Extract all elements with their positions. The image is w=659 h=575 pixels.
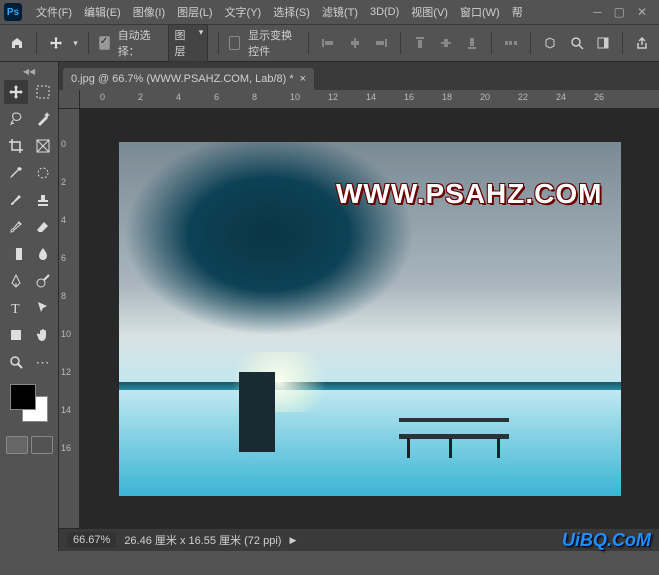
document-info[interactable]: 26.46 厘米 x 16.55 厘米 (72 ppi) — [124, 532, 281, 548]
ruler-corner — [59, 90, 80, 109]
svg-text:T: T — [11, 302, 20, 316]
watermark-text: WWW.PSAHZ.COM — [336, 178, 603, 210]
lasso-tool[interactable] — [4, 107, 28, 131]
toolbox: ◀◀ T ⋯ — [0, 62, 59, 551]
minimize-button[interactable]: ─ — [593, 5, 602, 19]
brand-watermark: UiBQ.CoM — [562, 530, 651, 551]
show-transform-label: 显示变换控件 — [248, 27, 298, 59]
align-hcenter-icon[interactable] — [345, 31, 363, 55]
marquee-tool[interactable] — [31, 80, 55, 104]
document-image: WWW.PSAHZ.COM — [119, 142, 621, 496]
align-bottom-icon[interactable] — [463, 31, 481, 55]
menu-view[interactable]: 视图(V) — [405, 2, 454, 22]
menu-filter[interactable]: 滤镜(T) — [316, 2, 364, 22]
search-icon[interactable] — [567, 31, 585, 55]
document-tabs: 0.jpg @ 66.7% (WWW.PSAHZ.COM, Lab/8) * × — [59, 62, 659, 90]
history-brush-tool[interactable] — [4, 215, 28, 239]
distribute-icon[interactable] — [502, 31, 520, 55]
document-tab[interactable]: 0.jpg @ 66.7% (WWW.PSAHZ.COM, Lab/8) * × — [63, 68, 314, 90]
menu-3d[interactable]: 3D(D) — [364, 4, 405, 20]
eraser-tool[interactable] — [31, 215, 55, 239]
vertical-ruler[interactable]: 0246810121416 — [59, 109, 80, 528]
menu-window[interactable]: 窗口(W) — [454, 2, 506, 22]
foreground-color[interactable] — [10, 384, 36, 410]
zoom-level[interactable]: 66.67% — [67, 532, 116, 548]
tab-close-icon[interactable]: × — [300, 73, 306, 85]
frame-tool[interactable] — [31, 134, 55, 158]
crop-tool[interactable] — [4, 134, 28, 158]
workspace-icon[interactable] — [594, 31, 612, 55]
edit-toolbar[interactable]: ⋯ — [31, 350, 55, 374]
menu-layer[interactable]: 图层(L) — [171, 2, 218, 22]
options-bar: ▾ 自动选择： 图层 显示变换控件 — [0, 25, 659, 62]
shape-tool[interactable] — [4, 323, 28, 347]
info-dropdown-icon[interactable]: ▶ — [289, 535, 296, 546]
stamp-tool[interactable] — [31, 188, 55, 212]
hand-tool[interactable] — [31, 323, 55, 347]
move-tool-icon[interactable] — [47, 31, 65, 55]
patch-tool[interactable] — [31, 161, 55, 185]
app-logo: Ps — [4, 3, 22, 21]
align-left-icon[interactable] — [319, 31, 337, 55]
eyedropper-tool[interactable] — [4, 161, 28, 185]
bench-graphic — [399, 418, 509, 458]
status-bar: 66.67% 26.46 厘米 x 16.55 厘米 (72 ppi) ▶ Ui… — [59, 528, 659, 551]
menu-help[interactable]: 帮 — [506, 2, 529, 22]
toolbox-collapse[interactable]: ◀◀ — [2, 66, 56, 76]
gradient-tool[interactable] — [4, 242, 28, 266]
zoom-tool[interactable] — [4, 350, 28, 374]
main-menu-bar: Ps 文件(F) 编辑(E) 图像(I) 图层(L) 文字(Y) 选择(S) 滤… — [0, 0, 659, 25]
blur-tool[interactable] — [31, 242, 55, 266]
auto-select-checkbox[interactable] — [99, 36, 110, 50]
auto-select-target-dropdown[interactable]: 图层 — [168, 24, 209, 62]
brush-tool[interactable] — [4, 188, 28, 212]
quick-mask-icon[interactable] — [6, 436, 28, 454]
show-transform-checkbox[interactable] — [229, 36, 240, 50]
type-tool[interactable]: T — [4, 296, 28, 320]
path-select-tool[interactable] — [31, 296, 55, 320]
align-vcenter-icon[interactable] — [437, 31, 455, 55]
close-button[interactable]: ✕ — [637, 5, 647, 19]
move-tool[interactable] — [4, 80, 28, 104]
canvas[interactable]: WWW.PSAHZ.COM — [80, 109, 659, 528]
auto-select-label: 自动选择： — [118, 27, 160, 59]
color-swatches[interactable] — [10, 384, 48, 422]
maximize-button[interactable]: ▢ — [614, 5, 625, 19]
tab-title: 0.jpg @ 66.7% (WWW.PSAHZ.COM, Lab/8) * — [71, 73, 294, 85]
home-icon[interactable] — [8, 31, 26, 55]
pen-tool[interactable] — [4, 269, 28, 293]
horizontal-ruler[interactable]: 02468101214161820222426 — [80, 90, 659, 109]
menu-image[interactable]: 图像(I) — [127, 2, 171, 22]
3d-mode-icon[interactable] — [541, 31, 559, 55]
menu-select[interactable]: 选择(S) — [267, 2, 316, 22]
align-right-icon[interactable] — [372, 31, 390, 55]
align-top-icon[interactable] — [411, 31, 429, 55]
menu-edit[interactable]: 编辑(E) — [78, 2, 127, 22]
menu-file[interactable]: 文件(F) — [30, 2, 78, 22]
dodge-tool[interactable] — [31, 269, 55, 293]
magic-wand-tool[interactable] — [31, 107, 55, 131]
share-icon[interactable] — [633, 31, 651, 55]
menu-type[interactable]: 文字(Y) — [219, 2, 268, 22]
screen-mode-icon[interactable] — [31, 436, 53, 454]
